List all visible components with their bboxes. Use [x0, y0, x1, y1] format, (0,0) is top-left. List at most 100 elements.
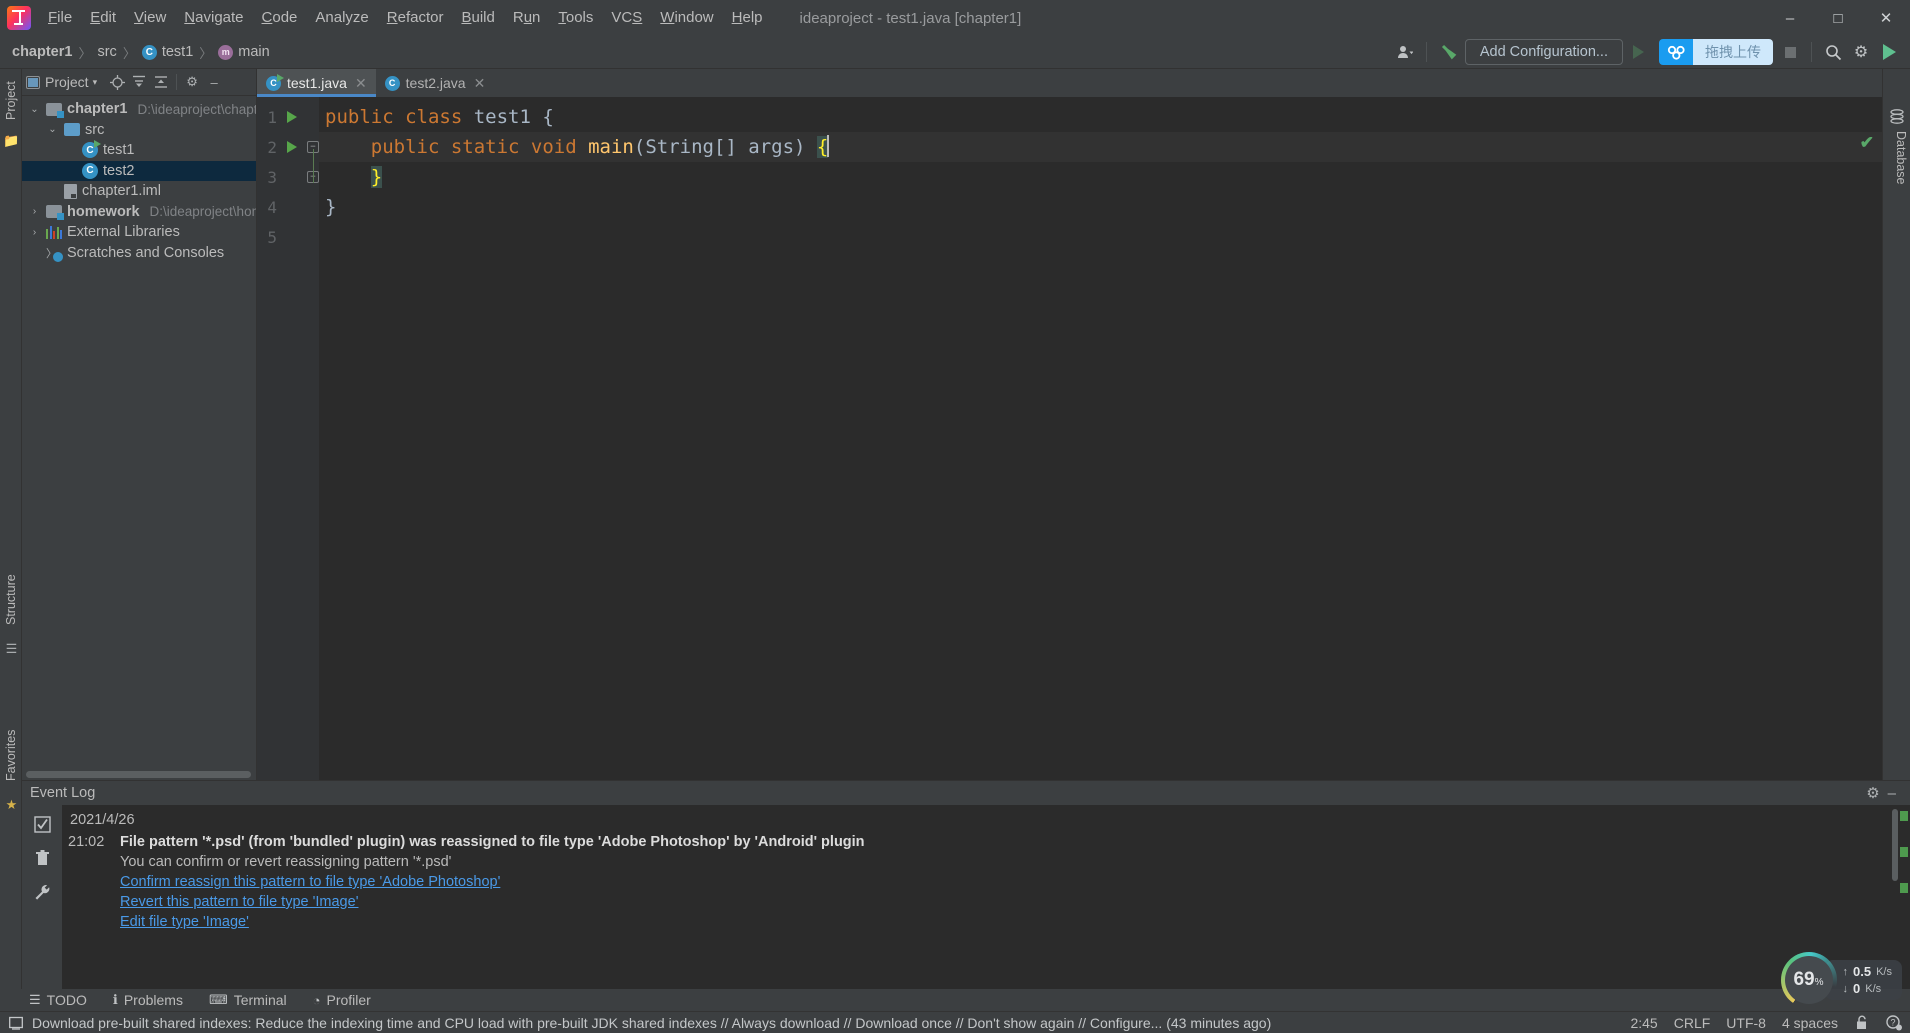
- code-lines[interactable]: public class test1 { public static void …: [319, 97, 1882, 780]
- gear-icon[interactable]: ⚙: [1866, 784, 1879, 802]
- system-monitor-widget[interactable]: 69% ↑ 0.5 K/s ↓ 0 K/s: [1780, 952, 1902, 1008]
- project-horizontal-scrollbar[interactable]: [26, 771, 251, 778]
- hide-icon[interactable]: –: [204, 72, 224, 92]
- maximize-icon[interactable]: □: [1814, 0, 1862, 36]
- editor-gutter[interactable]: 1 2−3− 4 5: [257, 97, 319, 780]
- gutter-line-5[interactable]: 5: [257, 222, 319, 252]
- unlock-icon[interactable]: [1854, 1015, 1870, 1031]
- netdisk-upload-button[interactable]: 拖拽上传: [1659, 39, 1773, 65]
- bottom-tool-todo[interactable]: ☰ TODO: [26, 992, 90, 1008]
- rail-database-label[interactable]: Database: [1886, 131, 1908, 185]
- menu-item-edit[interactable]: Edit: [81, 0, 125, 36]
- line-separator[interactable]: CRLF: [1674, 1015, 1711, 1031]
- gutter-line-1[interactable]: 1: [257, 102, 319, 132]
- breadcrumb-item-chapter1[interactable]: chapter1: [8, 42, 76, 62]
- help-icon[interactable]: ?: [1886, 1014, 1902, 1031]
- menu-item-code[interactable]: Code: [253, 0, 307, 36]
- breadcrumb-item-test1[interactable]: Ctest1: [138, 42, 197, 62]
- notification-icon[interactable]: [8, 1015, 24, 1031]
- tree-node-test2[interactable]: Ctest2: [22, 160, 256, 181]
- expand-all-icon[interactable]: [129, 72, 149, 92]
- tree-node-chapter1[interactable]: ⌄ chapter1 D:\ideaproject\chapte: [22, 99, 256, 120]
- bottom-tool-problems[interactable]: ℹ Problems: [110, 992, 186, 1008]
- code-line-2[interactable]: public static void main(String[] args) {: [319, 132, 1882, 162]
- minimize-icon[interactable]: –: [1766, 0, 1814, 36]
- play-icon[interactable]: [1876, 39, 1902, 65]
- star-icon[interactable]: ★: [4, 797, 19, 812]
- menu-item-build[interactable]: Build: [452, 0, 503, 36]
- tree-node-homework[interactable]: › homework D:\ideaproject\hom: [22, 202, 256, 223]
- mark-read-icon[interactable]: [31, 813, 53, 835]
- menu-item-run[interactable]: Run: [504, 0, 550, 36]
- chevron-down-icon[interactable]: ▾: [93, 77, 98, 88]
- gear-icon[interactable]: ⚙: [182, 72, 202, 92]
- code-line-4[interactable]: }: [319, 192, 1882, 222]
- gutter-line-2[interactable]: 2−: [257, 132, 319, 162]
- rail-favorites-label[interactable]: Favorites: [0, 719, 22, 791]
- run-gutter-icon[interactable]: [287, 111, 297, 123]
- stop-icon[interactable]: [1777, 39, 1803, 65]
- event-log-link-confirm[interactable]: Confirm reassign this pattern to file ty…: [68, 872, 500, 892]
- rail-project-label[interactable]: Project: [0, 73, 22, 129]
- gutter-line-4[interactable]: 4: [257, 192, 319, 222]
- bottom-tool-profiler[interactable]: ◔ Profiler: [310, 992, 374, 1008]
- build-hammer-icon[interactable]: [1435, 39, 1463, 65]
- wrench-icon[interactable]: [31, 881, 53, 903]
- breadcrumb-item-main[interactable]: m main: [214, 42, 273, 62]
- indent-setting[interactable]: 4 spaces: [1782, 1015, 1838, 1031]
- gear-icon[interactable]: ⚙: [1848, 39, 1874, 65]
- event-log-content[interactable]: 2021/4/26 21:02 File pattern '*.psd' (fr…: [62, 805, 1910, 989]
- editor-tab-test2-java[interactable]: Ctest2.java ✕: [376, 69, 495, 97]
- folder-icon[interactable]: 📁: [3, 133, 19, 148]
- expand-arrow-icon[interactable]: ⌄: [28, 104, 41, 115]
- tree-node-scratches-and-consoles[interactable]: 〉 Scratches and Consoles: [22, 243, 256, 264]
- bottom-tool-terminal[interactable]: ⌨ Terminal: [206, 992, 290, 1008]
- inspection-status-icon[interactable]: ✔: [1860, 133, 1874, 153]
- breadcrumb-item-src[interactable]: src: [93, 42, 120, 62]
- event-log-link-revert[interactable]: Revert this pattern to file type 'Image': [68, 892, 358, 912]
- event-log-link-edit[interactable]: Edit file type 'Image': [68, 912, 249, 932]
- bookmark-icon[interactable]: ☰: [4, 641, 19, 656]
- locate-icon[interactable]: [107, 72, 127, 92]
- tree-node-test1[interactable]: Ctest1: [22, 140, 256, 161]
- toolbar-divider-2: [1811, 42, 1812, 62]
- collapse-all-icon[interactable]: [151, 72, 171, 92]
- status-message[interactable]: Download pre-built shared indexes: Reduc…: [32, 1015, 1271, 1031]
- menu-item-refactor[interactable]: Refactor: [378, 0, 453, 36]
- expand-arrow-icon[interactable]: ›: [28, 227, 41, 238]
- rail-structure-label[interactable]: Structure: [0, 565, 22, 635]
- tree-node-chapter1-iml[interactable]: chapter1.iml: [22, 181, 256, 202]
- code-line-1[interactable]: public class test1 {: [319, 102, 1882, 132]
- event-log-scrollbar[interactable]: [1892, 809, 1898, 881]
- expand-arrow-icon[interactable]: ⌄: [46, 124, 59, 135]
- tree-node-src[interactable]: ⌄ src: [22, 120, 256, 141]
- database-icon[interactable]: [1889, 109, 1905, 125]
- menu-item-view[interactable]: View: [125, 0, 175, 36]
- close-icon[interactable]: ✕: [474, 75, 486, 92]
- menu-item-analyze[interactable]: Analyze: [306, 0, 377, 36]
- user-profile-icon[interactable]: [1392, 39, 1418, 65]
- file-encoding[interactable]: UTF-8: [1726, 1015, 1766, 1031]
- menu-item-vcs[interactable]: VCS: [602, 0, 651, 36]
- menu-item-navigate[interactable]: Navigate: [175, 0, 252, 36]
- close-icon[interactable]: ✕: [355, 75, 367, 92]
- code-line-5[interactable]: [319, 222, 1882, 252]
- code-line-3[interactable]: }: [319, 162, 1882, 192]
- run-gutter-icon[interactable]: [287, 141, 297, 153]
- menu-item-window[interactable]: Window: [651, 0, 722, 36]
- search-icon[interactable]: [1820, 39, 1846, 65]
- hide-icon[interactable]: –: [1888, 785, 1902, 802]
- close-icon[interactable]: ✕: [1862, 0, 1910, 36]
- run-icon[interactable]: [1625, 39, 1651, 65]
- menu-item-tools[interactable]: Tools: [549, 0, 602, 36]
- caret-position[interactable]: 2:45: [1630, 1015, 1657, 1031]
- gutter-line-3[interactable]: 3−: [257, 162, 319, 192]
- add-configuration-button[interactable]: Add Configuration...: [1464, 39, 1623, 65]
- editor-tab-test1-java[interactable]: Ctest1.java ✕: [257, 69, 376, 97]
- trash-icon[interactable]: [31, 847, 53, 869]
- menu-item-help[interactable]: Help: [723, 0, 772, 36]
- expand-arrow-icon[interactable]: ›: [28, 206, 41, 217]
- tree-node-external-libraries[interactable]: › External Libraries: [22, 222, 256, 243]
- menu-item-file[interactable]: File: [39, 0, 81, 36]
- code-editor[interactable]: 1 2−3− 4 5 public class test1 { public stat…: [257, 97, 1882, 780]
